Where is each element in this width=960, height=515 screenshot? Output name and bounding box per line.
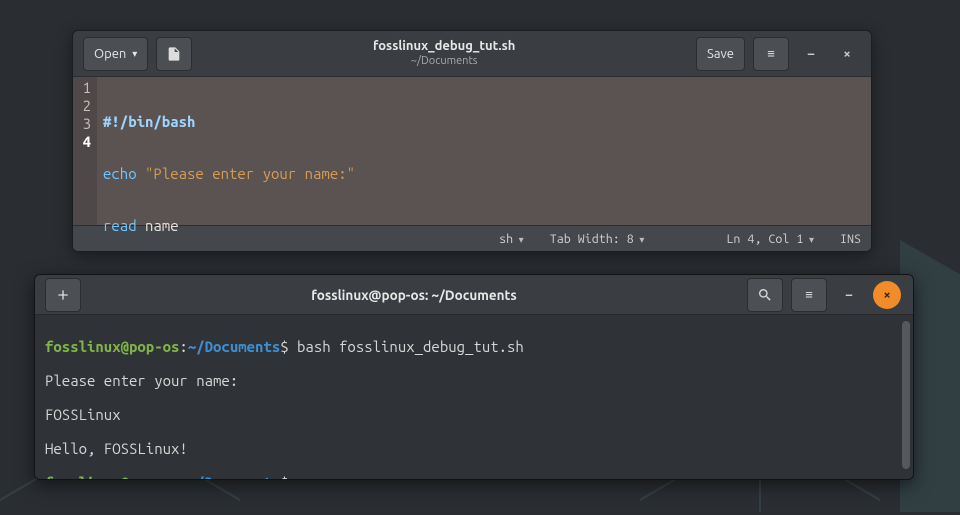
new-document-icon	[166, 46, 182, 62]
tab-width-selector[interactable]: Tab Width: 8	[550, 232, 645, 246]
editor-window: Open ▾ fosslinux_debug_tut.sh ~/Document…	[72, 30, 872, 252]
open-button[interactable]: Open ▾	[83, 37, 148, 71]
hamburger-icon: ≡	[767, 46, 775, 61]
terminal-header: fosslinux@pop-os: ~/Documents ≡ – ×	[35, 275, 913, 315]
minimize-icon: –	[846, 288, 853, 302]
shebang: #!/bin/bash	[103, 113, 195, 130]
editor-title: fosslinux_debug_tut.sh	[196, 39, 692, 55]
terminal-title-area: fosslinux@pop-os: ~/Documents	[85, 287, 743, 303]
terminal-scrollbar[interactable]	[902, 321, 910, 469]
save-button[interactable]: Save	[696, 37, 745, 71]
identifier: name	[137, 217, 179, 234]
hamburger-menu-button[interactable]: ≡	[753, 37, 789, 71]
new-tab-icon	[55, 287, 71, 303]
cursor-position[interactable]: Ln 4, Col 1	[726, 232, 814, 246]
prompt-path: ~/Documents	[188, 338, 280, 355]
insert-mode[interactable]: INS	[840, 232, 861, 246]
terminal-menu-button[interactable]: ≡	[791, 278, 827, 312]
keyword: echo	[103, 165, 137, 182]
terminal-line: Hello, FOSSLinux!	[45, 440, 903, 457]
new-tab-button[interactable]	[45, 278, 81, 312]
line-number-gutter: 1 2 3 4	[73, 77, 97, 225]
terminal-line: Please enter your name:	[45, 372, 903, 389]
line-number: 4	[73, 133, 91, 151]
minimize-icon: –	[808, 47, 815, 61]
line-number: 3	[73, 115, 91, 133]
prompt-dollar: $	[280, 474, 288, 480]
keyword: read	[103, 217, 137, 234]
prompt-user: fosslinux@pop-os	[45, 474, 179, 480]
hamburger-icon: ≡	[805, 287, 813, 302]
prompt-path: ~/Documents	[188, 474, 280, 480]
prompt-dollar: $	[280, 338, 288, 355]
terminal-line: fosslinux@pop-os:~/Documents$	[45, 474, 903, 480]
editor-header: Open ▾ fosslinux_debug_tut.sh ~/Document…	[73, 31, 871, 77]
code-area[interactable]: #!/bin/bash echo "Please enter your name…	[97, 77, 871, 225]
close-icon: ×	[843, 47, 850, 61]
prompt-user: fosslinux@pop-os	[45, 338, 179, 355]
minimize-button[interactable]: –	[797, 40, 825, 68]
line-number: 1	[73, 79, 91, 97]
code-line: #!/bin/bash	[103, 113, 865, 131]
terminal-line: fosslinux@pop-os:~/Documents$ bash fossl…	[45, 338, 903, 355]
line-number: 2	[73, 97, 91, 115]
terminal-window: fosslinux@pop-os: ~/Documents ≡ – × foss…	[34, 274, 914, 480]
save-button-label: Save	[707, 47, 734, 61]
terminal-close-button[interactable]: ×	[873, 281, 901, 309]
editor-subtitle: ~/Documents	[196, 55, 692, 68]
string: "Please enter your name:"	[145, 165, 355, 182]
terminal-title: fosslinux@pop-os: ~/Documents	[311, 287, 517, 303]
open-button-label: Open	[94, 47, 126, 61]
code-line: echo "Please enter your name:"	[103, 165, 865, 183]
chevron-down-icon: ▾	[132, 48, 137, 60]
terminal-body[interactable]: fosslinux@pop-os:~/Documents$ bash fossl…	[35, 315, 913, 479]
command: bash fosslinux_debug_tut.sh	[289, 338, 524, 355]
terminal-line: FOSSLinux	[45, 406, 903, 423]
editor-title-area: fosslinux_debug_tut.sh ~/Documents	[196, 39, 692, 68]
search-button[interactable]	[747, 278, 783, 312]
close-button[interactable]: ×	[833, 40, 861, 68]
syntax-selector[interactable]: sh	[499, 232, 524, 246]
prompt-colon: :	[179, 474, 187, 480]
editor-body[interactable]: 1 2 3 4 #!/bin/bash echo "Please enter y…	[73, 77, 871, 225]
prompt-colon: :	[179, 338, 187, 355]
terminal-minimize-button[interactable]: –	[835, 281, 863, 309]
new-document-button[interactable]	[156, 37, 192, 71]
close-icon: ×	[883, 288, 890, 302]
search-icon	[757, 287, 773, 303]
